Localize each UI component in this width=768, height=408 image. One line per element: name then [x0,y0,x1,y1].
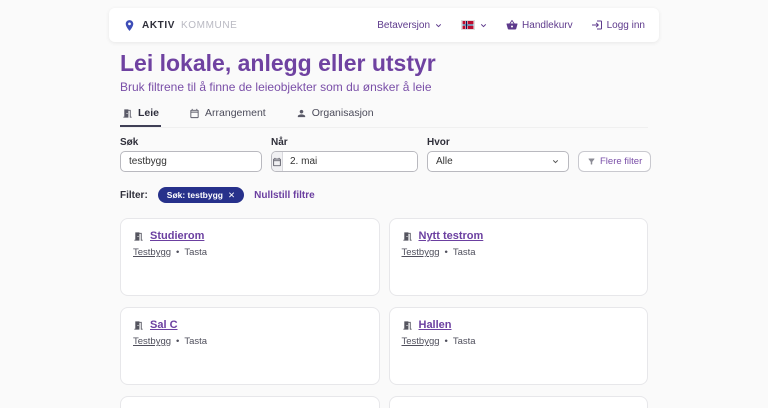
beta-version-label: Betaversjon [377,19,431,31]
cart-label: Handlekurv [522,19,573,31]
door-open-icon [134,231,143,241]
building-link[interactable]: Testbygg [402,247,440,258]
more-filters-button[interactable]: Flere filter [578,151,652,172]
result-title-link[interactable]: Studierom [150,230,204,242]
search-field-group: Søk [120,137,262,172]
meta-separator: • [444,336,448,347]
door-open-icon [134,320,143,330]
result-card: Nytt testrom Testbygg • Tasta [388,218,648,296]
result-card: Sal C Testbygg • Tasta [120,307,380,385]
chip-text: Søk: testbygg [166,190,223,200]
chevron-down-icon [552,160,559,164]
page-title: Lei lokale, anlegg eller utstyr [120,50,436,76]
map-pin-icon [125,19,134,31]
search-filter-chip[interactable]: Søk: testbygg ✕ [157,187,245,203]
shopping-basket-icon [506,19,518,30]
where-field-group: Hvor Alle [427,137,569,172]
active-filters-bar: Filter: Søk: testbygg ✕ Nullstill filtre [120,187,648,203]
search-form: Søk Når Hvor Alle [120,137,652,172]
result-title-link[interactable]: Sal C [150,319,178,331]
where-label: Hvor [427,137,450,148]
login-label: Logg inn [606,19,645,31]
calendar-icon [273,157,281,166]
door-open-icon [402,231,412,241]
app-bar: AKTIV KOMMUNE Betaversjon Handlekurv Log… [109,8,659,42]
building-link[interactable]: Testbygg [402,336,440,347]
meta-separator: • [444,247,448,258]
area-label: Tasta [452,336,476,347]
filter-label: Filter: [120,189,148,201]
tab-label: Leie [138,107,160,119]
results-grid: Studierom Testbygg • Tasta Nytt testrom … [120,218,648,408]
result-card: Studierom Testbygg • Tasta [120,218,380,296]
date-label: Når [271,137,288,148]
door-open-icon [123,108,132,118]
where-select[interactable]: Alle [427,151,569,172]
building-link[interactable]: Testbygg [133,336,171,347]
result-title-link[interactable]: Hallen [419,319,452,331]
chevron-down-icon [480,23,487,27]
tab-label: Organisasjon [311,107,374,119]
meta-separator: • [176,336,180,347]
main-content: Lei lokale, anlegg eller utstyr Bruk fil… [120,50,652,408]
date-field-group: Når [271,137,418,172]
result-card: Hallen Testbygg • Tasta [388,307,648,385]
filter-funnel-icon [588,158,595,165]
area-label: Tasta [184,247,208,258]
reset-filters-link[interactable]: Nullstill filtre [254,190,315,201]
result-card: Sal B Testbygg • Tasta [120,396,380,408]
top-nav: Betaversjon Handlekurv Logg inn [377,19,645,31]
page-subtitle: Bruk filtrene til å finne de leieobjekte… [120,80,432,94]
date-input[interactable] [283,152,417,171]
area-label: Tasta [184,336,208,347]
brand-name: AKTIV [142,19,175,31]
more-filters-label: Flere filter [600,156,643,167]
category-tabs: Leie Arrangement Organisasjon [120,104,648,128]
norwegian-flag-icon [461,20,476,30]
tab-label: Arrangement [205,107,266,119]
result-title-link[interactable]: Nytt testrom [419,230,484,242]
meta-separator: • [176,247,180,258]
brand-suffix: KOMMUNE [181,19,238,31]
login-icon [591,20,602,30]
tab-leie[interactable]: Leie [120,104,162,127]
beta-version-dropdown[interactable]: Betaversjon [377,20,443,31]
door-open-icon [402,320,412,330]
date-input-group [271,151,418,172]
building-link[interactable]: Testbygg [133,247,171,258]
person-icon [297,109,305,117]
search-label: Søk [120,137,139,148]
language-dropdown[interactable] [461,20,488,30]
tab-arrangement[interactable]: Arrangement [187,104,268,127]
calendar-picker-button[interactable] [272,152,283,171]
search-input[interactable] [120,151,262,172]
login-button[interactable]: Logg inn [591,19,645,31]
chevron-down-icon [435,23,442,27]
where-selected-value: Alle [436,156,453,167]
calendar-icon [190,108,199,118]
chip-close-icon[interactable]: ✕ [228,191,235,200]
tab-organisasjon[interactable]: Organisasjon [294,104,376,127]
cart-button[interactable]: Handlekurv [506,19,573,31]
result-card: Sal A Testbygg • Tasta [388,396,648,408]
area-label: Tasta [452,247,476,258]
brand-logo[interactable]: AKTIV KOMMUNE [123,18,237,33]
